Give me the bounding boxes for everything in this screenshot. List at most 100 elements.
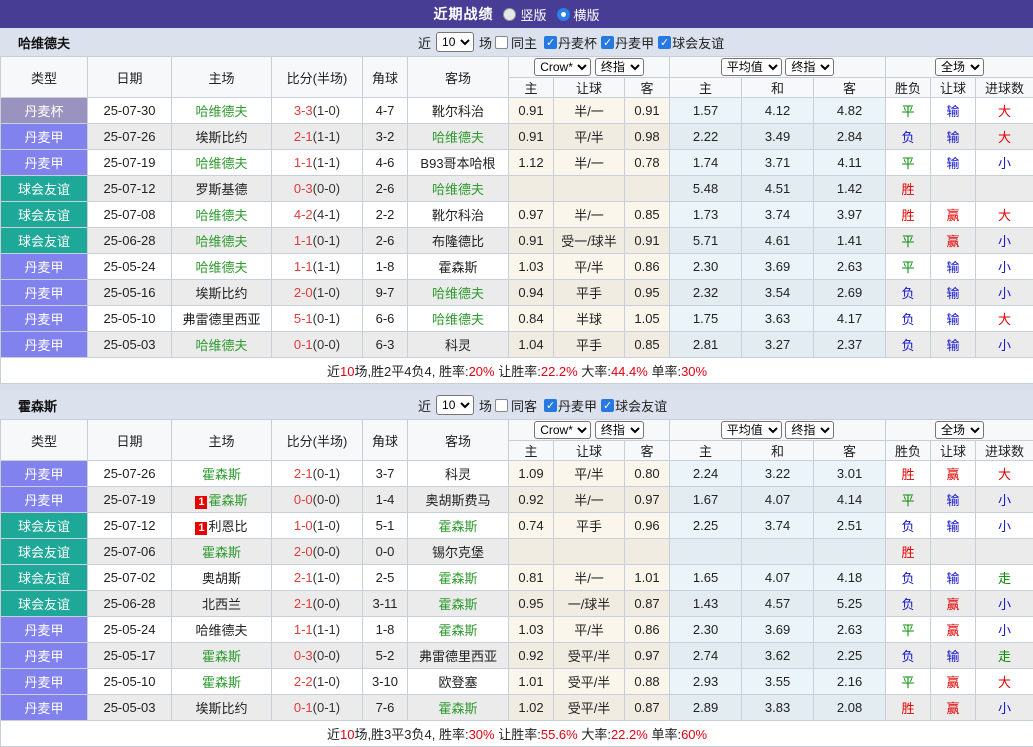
match-row: 丹麦甲25-05-03埃斯比约0-1(0-1)7-6霍森斯1.02受平/半0.8…	[1, 695, 1033, 721]
team-name-text: 哈维德夫	[195, 104, 247, 119]
league-filter-checkbox[interactable]: ✓	[544, 399, 557, 412]
handicap-line: 平手	[554, 280, 625, 306]
full-time-score[interactable]: 0-1	[294, 337, 313, 352]
stat-segment: 60%	[681, 727, 707, 742]
corners-cell: 1-8	[363, 254, 408, 280]
avg-away-odds: 2.63	[814, 254, 886, 280]
odds-stage-select[interactable]: 终指	[595, 58, 644, 76]
avg-stage-select[interactable]: 终指	[785, 421, 834, 439]
handicap-away-odds: 0.96	[625, 513, 670, 539]
odds-provider-select[interactable]: Crow*	[534, 421, 591, 439]
corners-cell: 2-2	[363, 202, 408, 228]
league-filter-checkbox[interactable]: ✓	[544, 36, 557, 49]
layout-option-horizontal[interactable]: 横版	[557, 5, 600, 24]
result-goals: 大	[976, 124, 1033, 150]
odds-stage-select[interactable]: 终指	[595, 421, 644, 439]
handicap-away-odds: 0.97	[625, 487, 670, 513]
result-handicap: 输	[931, 513, 976, 539]
full-time-score[interactable]: 0-3	[294, 181, 313, 196]
full-time-score[interactable]: 2-0	[294, 285, 313, 300]
corners-cell: 3-2	[363, 124, 408, 150]
full-time-score[interactable]: 5-1	[294, 311, 313, 326]
avg-source-select[interactable]: 平均值	[721, 58, 782, 76]
recent-count-select[interactable]: 10	[436, 395, 474, 415]
full-time-score[interactable]: 0-1	[294, 700, 313, 715]
handicap-line: 平手	[554, 513, 625, 539]
team-name-text: 霍森斯	[202, 545, 241, 560]
avg-home-odds: 1.57	[670, 98, 742, 124]
avg-home-odds: 2.89	[670, 695, 742, 721]
sub-header-avg-draw: 和	[742, 441, 814, 461]
full-time-score[interactable]: 2-1	[294, 466, 313, 481]
full-time-score[interactable]: 1-0	[294, 518, 313, 533]
handicap-home-odds: 0.91	[509, 124, 554, 150]
league-filter-checkbox[interactable]: ✓	[658, 36, 671, 49]
recent-suffix-label: 场	[479, 396, 492, 415]
full-time-score[interactable]: 2-0	[294, 544, 313, 559]
match-type-cell: 球会友谊	[1, 565, 88, 591]
result-goals: 小	[976, 150, 1033, 176]
team-name: 哈维德夫	[18, 33, 70, 52]
full-time-score[interactable]: 1-1	[294, 155, 313, 170]
home-team-cell: 哈维德夫	[172, 98, 272, 124]
result-handicap	[931, 176, 976, 202]
full-time-score[interactable]: 2-1	[294, 129, 313, 144]
avg-away-odds: 4.18	[814, 565, 886, 591]
radio-unchecked-icon[interactable]	[503, 8, 516, 21]
col-header-home: 主场	[172, 420, 272, 461]
scope-select[interactable]: 全场	[935, 58, 984, 76]
home-team-cell: 1利恩比	[172, 513, 272, 539]
avg-source-select[interactable]: 平均值	[721, 421, 782, 439]
avg-draw-odds: 3.69	[742, 254, 814, 280]
full-time-score[interactable]: 0-3	[294, 648, 313, 663]
match-type-cell: 丹麦杯	[1, 98, 88, 124]
same-venue-checkbox[interactable]	[495, 36, 508, 49]
same-venue-label: 同主	[511, 33, 537, 52]
match-type-cell: 球会友谊	[1, 591, 88, 617]
horizontal-layout-label: 横版	[574, 5, 600, 24]
same-venue-checkbox[interactable]	[495, 399, 508, 412]
layout-option-vertical[interactable]: 竖版	[503, 5, 546, 24]
team-name-text: 哈维德夫	[432, 286, 484, 301]
odds-provider-select[interactable]: Crow*	[534, 58, 591, 76]
full-time-score[interactable]: 2-1	[294, 570, 313, 585]
full-time-score[interactable]: 2-2	[294, 674, 313, 689]
team-name-text: 埃斯比约	[195, 286, 247, 301]
col-header-corners: 角球	[363, 420, 408, 461]
match-type-cell: 丹麦甲	[1, 617, 88, 643]
avg-draw-odds: 3.74	[742, 513, 814, 539]
handicap-home-odds: 1.04	[509, 332, 554, 358]
half-time-score: (1-0)	[313, 570, 340, 585]
full-time-score[interactable]: 3-3	[294, 103, 313, 118]
avg-stage-select[interactable]: 终指	[785, 58, 834, 76]
full-time-score[interactable]: 1-1	[294, 233, 313, 248]
handicap-line: 平/半	[554, 124, 625, 150]
away-team-cell: 霍森斯	[408, 591, 509, 617]
avg-home-odds: 2.32	[670, 280, 742, 306]
radio-checked-icon[interactable]	[557, 8, 570, 21]
full-time-score[interactable]: 2-1	[294, 596, 313, 611]
league-filter-group: ✓丹麦杯✓丹麦甲✓球会友谊	[540, 33, 724, 52]
away-team-cell: 哈维德夫	[408, 124, 509, 150]
full-time-score[interactable]: 1-1	[294, 622, 313, 637]
league-filter-checkbox[interactable]: ✓	[601, 36, 614, 49]
scope-select[interactable]: 全场	[935, 421, 984, 439]
full-time-score[interactable]: 4-2	[294, 207, 313, 222]
avg-home-odds: 1.67	[670, 487, 742, 513]
handicap-home-odds: 0.92	[509, 487, 554, 513]
handicap-away-odds: 0.87	[625, 591, 670, 617]
avg-group-header: 平均值 终指	[670, 57, 886, 78]
league-filter-checkbox[interactable]: ✓	[601, 399, 614, 412]
avg-away-odds: 4.11	[814, 150, 886, 176]
handicap-line: 半/一	[554, 565, 625, 591]
avg-home-odds: 2.30	[670, 254, 742, 280]
red-card-badge: 1	[195, 496, 207, 509]
match-type-cell: 丹麦甲	[1, 669, 88, 695]
recent-count-select[interactable]: 10	[436, 32, 474, 52]
team-name-text: 哈维德夫	[432, 130, 484, 145]
full-time-score[interactable]: 0-0	[294, 492, 313, 507]
result-handicap: 赢	[931, 695, 976, 721]
full-time-score[interactable]: 1-1	[294, 259, 313, 274]
team-name-text: 北西兰	[202, 597, 241, 612]
result-handicap: 输	[931, 98, 976, 124]
